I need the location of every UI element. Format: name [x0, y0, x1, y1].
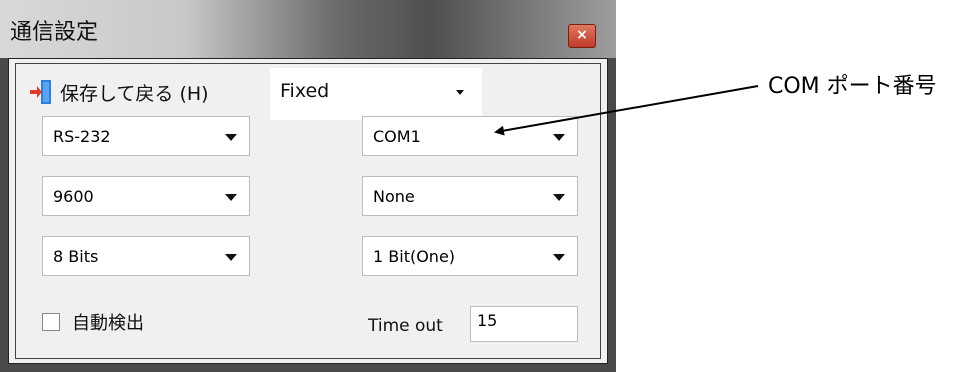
annotation-label: COM ポート番号: [768, 74, 937, 99]
annotation-arrow: [494, 85, 759, 136]
